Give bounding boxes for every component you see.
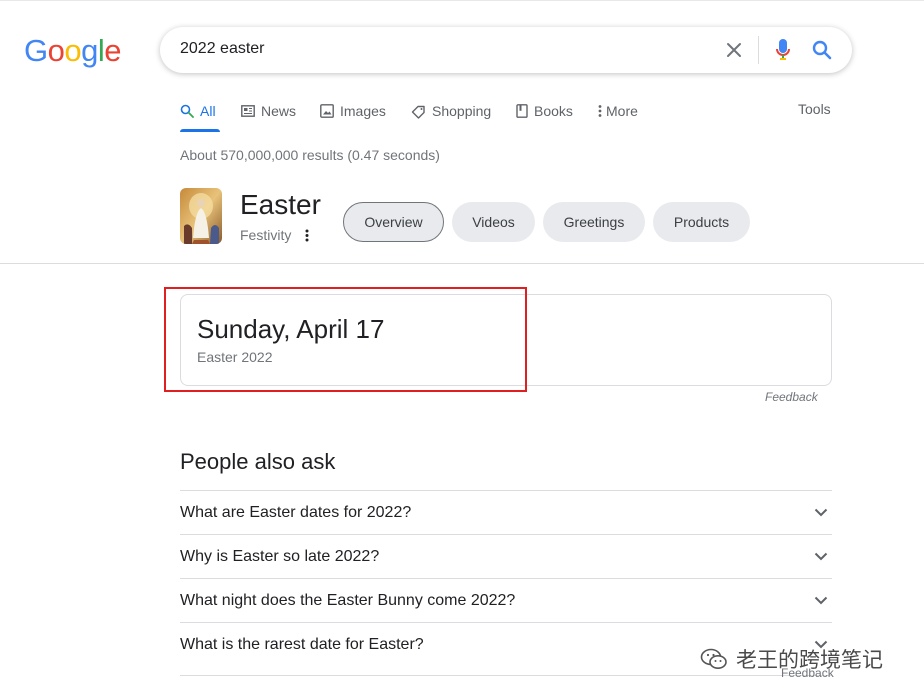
chip-label: Products [673,214,730,230]
chip-greetings[interactable]: Greetings [543,202,645,242]
tab-books[interactable]: Books [516,101,573,121]
tab-label: More [606,103,638,119]
paa-question-text: What is the rarest date for Easter? [180,635,424,653]
tools-button[interactable]: Tools [798,101,831,117]
header-separator [0,263,924,264]
tab-shopping[interactable]: Shopping [411,101,491,121]
tab-all[interactable]: All [180,101,216,121]
paa-question[interactable]: What are Easter dates for 2022? [180,490,832,534]
tab-label: News [261,103,297,119]
search-input[interactable]: 2022 easter [180,38,265,60]
search-divider [758,36,759,64]
highlight-annotation [164,287,527,392]
tab-news[interactable]: News [241,101,296,121]
entity-title: Easter [240,189,321,220]
tab-more[interactable]: More [598,101,638,121]
result-stats: About 570,000,000 results (0.47 seconds) [180,147,440,163]
entity-more-button[interactable] [300,226,314,244]
close-icon [727,43,741,57]
more-vert-icon [598,104,602,118]
chevron-down-icon [814,508,828,517]
entity-subtitle: Festivity [240,227,292,243]
paa-question[interactable]: What night does the Easter Bunny come 20… [180,578,832,622]
search-button[interactable] [808,36,836,64]
people-also-ask-title: People also ask [180,449,336,474]
tab-label: All [200,103,216,119]
logo-letter: o [64,33,82,68]
tab-label: Images [340,103,386,119]
paa-question[interactable]: Why is Easter so late 2022? [180,534,832,578]
image-icon [320,104,334,118]
logo-letter: e [104,33,122,68]
microphone-icon [776,39,790,60]
top-border [0,0,924,1]
chip-label: Overview [364,214,423,230]
active-tab-indicator [180,129,220,132]
chip-label: Videos [472,214,515,230]
easter-thumbnail[interactable] [180,188,222,244]
paa-bottom-divider [180,675,832,676]
logo-letter: G [24,33,48,68]
paa-feedback-link[interactable]: Feedback [781,666,834,680]
more-vert-icon [305,229,309,242]
wechat-icon [700,648,727,669]
answer-feedback-link[interactable]: Feedback [765,390,818,404]
tab-label: Shopping [432,103,492,119]
paa-question-text: What are Easter dates for 2022? [180,503,412,521]
search-icon [180,104,194,118]
chip-overview[interactable]: Overview [343,202,444,242]
tab-images[interactable]: Images [320,101,386,121]
tag-icon [411,104,426,119]
chip-videos[interactable]: Videos [452,202,535,242]
chevron-down-icon [814,596,828,605]
search-icon [812,40,832,60]
logo-letter: g [81,33,98,68]
news-icon [241,105,255,117]
chevron-down-icon [814,552,828,561]
book-icon [516,104,528,118]
clear-search-button[interactable] [720,36,748,64]
chip-products[interactable]: Products [653,202,750,242]
tab-label: Books [534,103,573,119]
chip-label: Greetings [563,214,625,230]
voice-search-button[interactable] [769,36,797,64]
google-logo[interactable]: Google [24,33,122,69]
paa-question-text: What night does the Easter Bunny come 20… [180,591,516,609]
logo-letter: o [47,33,65,68]
paa-question-text: Why is Easter so late 2022? [180,547,380,565]
